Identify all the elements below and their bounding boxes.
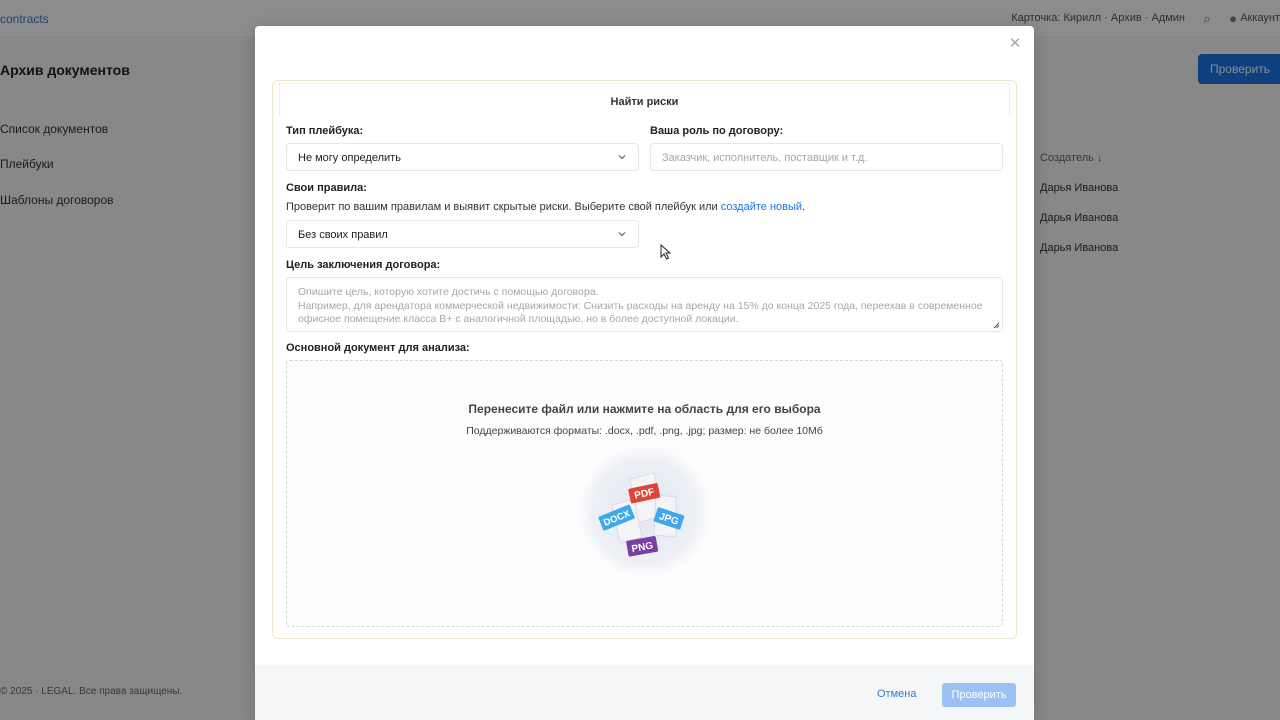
file-dropzone[interactable]: Перенесите файл или нажмите на область д…	[286, 360, 1003, 627]
dropzone-title: Перенесите файл или нажмите на область д…	[468, 402, 821, 416]
playbook-type-select[interactable]: Не могу определить	[286, 143, 639, 171]
chevron-down-icon	[618, 155, 626, 160]
cancel-button[interactable]: Отмена	[877, 683, 916, 705]
modal-footer: Отмена Проверить	[255, 666, 1034, 720]
submit-button[interactable]: Проверить	[942, 683, 1016, 707]
resize-grip-icon[interactable]	[993, 322, 1000, 329]
purpose-label: Цель заключения договора:	[286, 259, 441, 271]
purpose-placeholder-line: офисное помещение класса B+ с аналогично…	[298, 313, 739, 325]
document-label: Основной документ для анализа:	[286, 342, 470, 354]
purpose-textarea[interactable]: Опишите цель, которую хотите достичь с п…	[286, 277, 1003, 332]
own-rules-helper: Проверит по вашим правилам и выявит скры…	[286, 201, 805, 213]
dropzone-formats: Поддерживаются форматы: .docx, .pdf, .pn…	[466, 425, 823, 437]
own-rules-helper-end: .	[802, 201, 806, 213]
find-risks-modal: ✕ Найти риски Тип плейбука: Не могу опре…	[255, 26, 1034, 720]
own-rules-select[interactable]: Без своих правил	[286, 220, 639, 248]
role-placeholder: Заказчик, исполнитель, поставщик и т.д.	[662, 152, 868, 164]
role-label: Ваша роль по договору:	[650, 125, 784, 137]
role-input[interactable]: Заказчик, исполнитель, поставщик и т.д.	[650, 143, 1003, 171]
modal-title: Найти риски	[610, 96, 679, 108]
card-header: Найти риски	[279, 83, 1010, 115]
create-playbook-link[interactable]: создайте новый	[721, 201, 802, 213]
form-card: Найти риски Тип плейбука: Не могу опреде…	[272, 80, 1017, 639]
purpose-placeholder-line: Например, для арендатора коммерческой не…	[298, 300, 983, 312]
own-rules-label: Свои правила:	[286, 182, 367, 194]
chevron-down-icon	[618, 232, 626, 237]
playbook-type-label: Тип плейбука:	[286, 125, 364, 137]
mouse-cursor-icon	[660, 244, 672, 260]
own-rules-helper-text: Проверит по вашим правилам и выявит скры…	[286, 201, 718, 213]
file-formats-illustration: PDF DOCX JPG PNG	[579, 445, 711, 577]
own-rules-value: Без своих правил	[298, 229, 388, 241]
playbook-type-value: Не могу определить	[298, 152, 401, 164]
purpose-placeholder-line: Опишите цель, которую хотите достичь с п…	[298, 286, 599, 298]
close-icon[interactable]: ✕	[1007, 36, 1023, 52]
